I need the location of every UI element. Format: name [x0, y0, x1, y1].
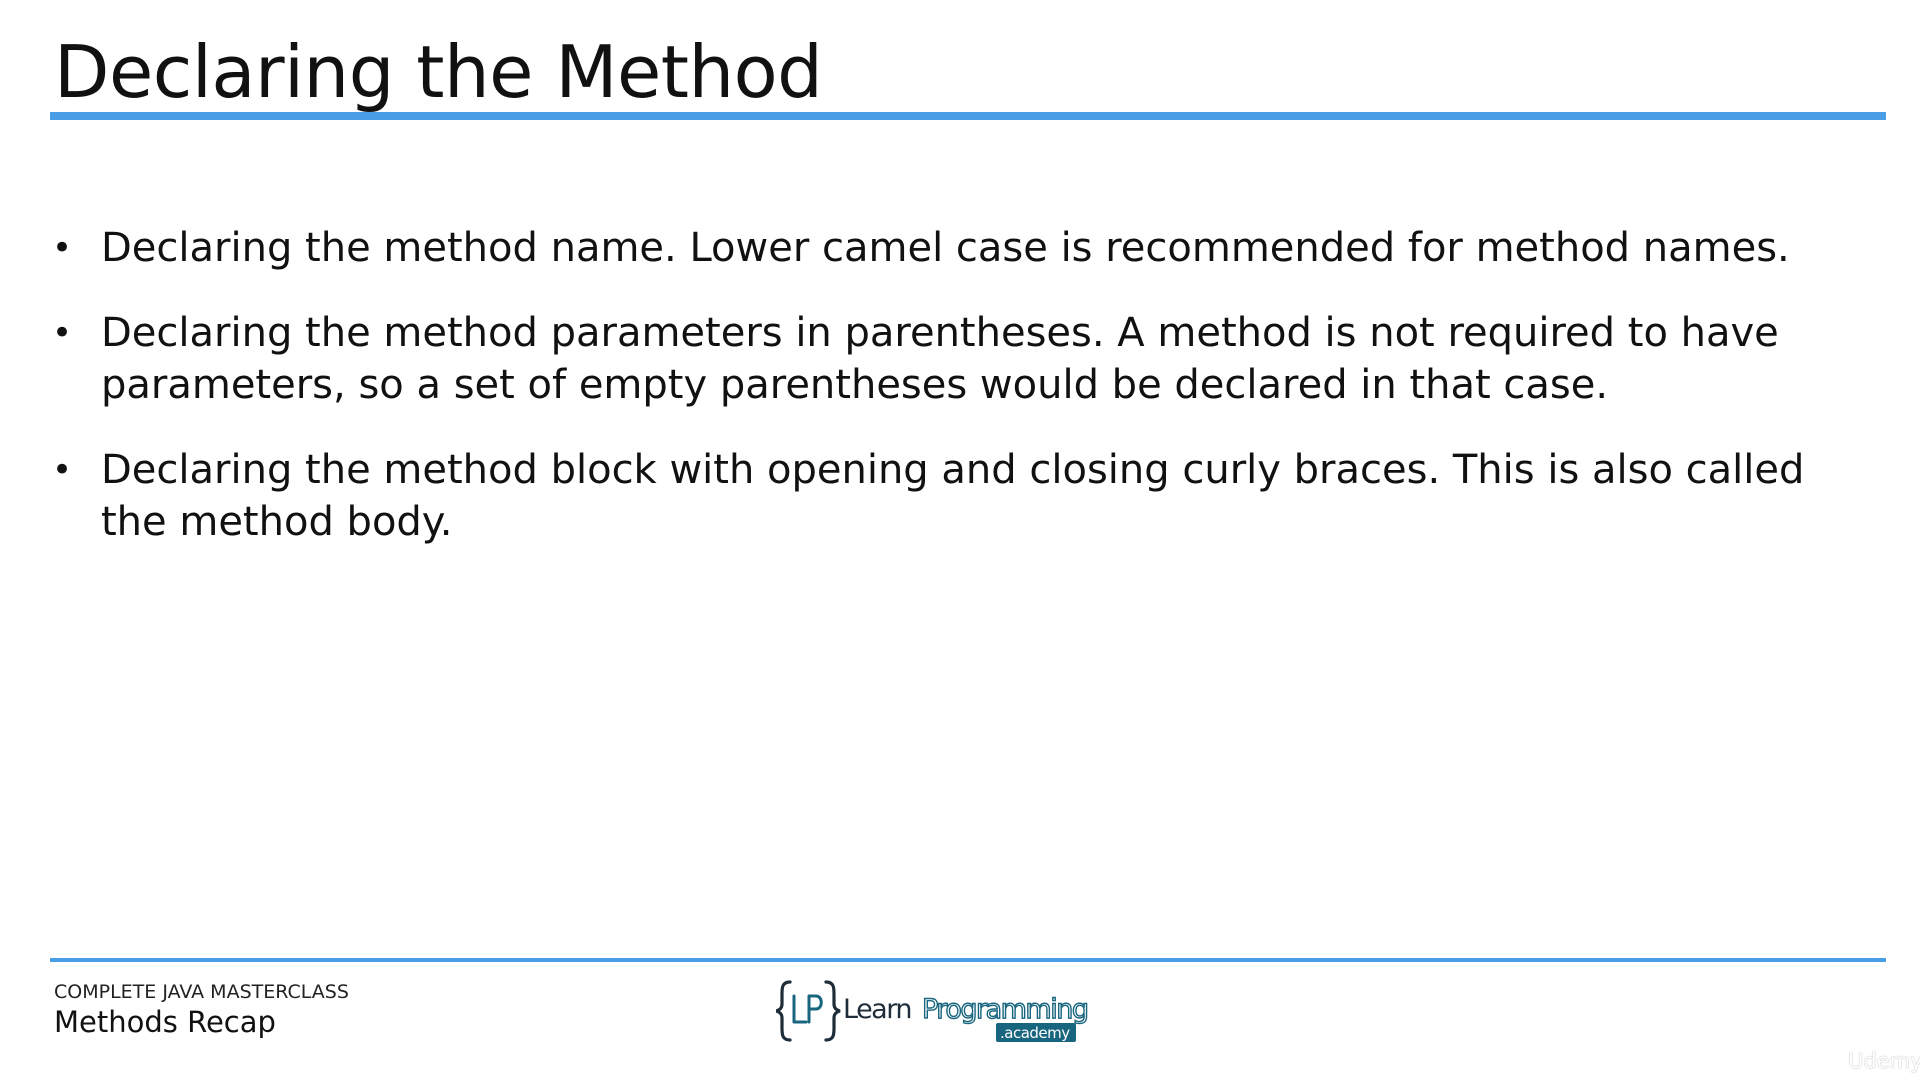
bullet-item: • Declaring the method block with openin…	[52, 444, 1872, 548]
svg-text:.academy: .academy	[1000, 1024, 1070, 1042]
svg-text:Programming: Programming	[922, 994, 1087, 1025]
bullet-item: • Declaring the method parameters in par…	[52, 307, 1872, 411]
bullet-text: Declaring the method parameters in paren…	[101, 310, 1779, 408]
learnprogramming-logo: Learn Programming .academy	[776, 980, 1090, 1042]
bullet-text: Declaring the method name. Lower camel c…	[101, 225, 1790, 271]
bullet-marker: •	[52, 450, 73, 490]
bullet-item: • Declaring the method name. Lower camel…	[52, 222, 1872, 274]
bullet-marker: •	[52, 228, 73, 268]
title-underline	[50, 112, 1886, 120]
slide-title: Declaring the Method	[54, 30, 823, 114]
svg-text:Learn: Learn	[843, 994, 911, 1025]
bullet-text: Declaring the method block with opening …	[101, 447, 1805, 545]
section-name: Methods Recap	[54, 1005, 276, 1039]
bullet-marker: •	[52, 313, 73, 353]
bullet-list: • Declaring the method name. Lower camel…	[52, 222, 1872, 581]
course-name: COMPLETE JAVA MASTERCLASS	[54, 981, 349, 1003]
udemy-watermark: Udemy	[1848, 1049, 1920, 1073]
footer-divider	[50, 958, 1886, 962]
